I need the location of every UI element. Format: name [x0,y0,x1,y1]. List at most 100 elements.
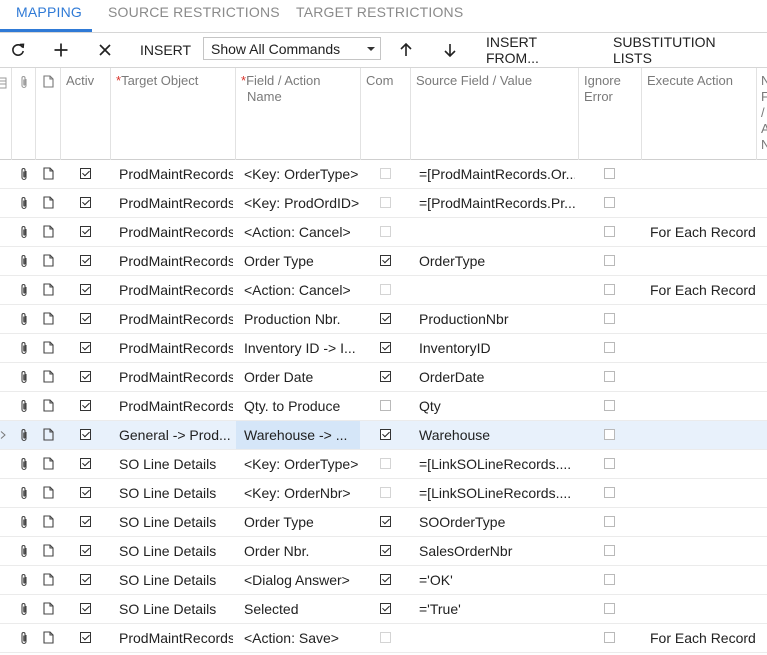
paperclip-icon[interactable] [19,573,29,587]
paperclip-icon[interactable] [19,196,29,210]
ignore-error-checkbox[interactable] [604,284,615,295]
source-field-cell[interactable]: Warehouse [419,421,575,449]
table-row[interactable]: ProdMaintRecords <Action: Cancel> For Each… [0,276,767,305]
commit-checkbox[interactable] [380,400,391,411]
execute-action-cell[interactable]: For Each Record [650,276,760,304]
source-field-cell[interactable] [419,624,575,652]
paperclip-icon[interactable] [19,399,29,413]
insert-button[interactable]: INSERT [140,33,191,66]
substitution-lists-button[interactable]: SUBSTITUTION LISTS [613,33,758,66]
note-icon[interactable] [43,515,54,528]
note-icon[interactable] [43,312,54,325]
active-checkbox[interactable] [80,255,91,266]
field-action-cell[interactable]: <Key: ProdOrdID> [236,189,360,217]
ignore-error-checkbox[interactable] [604,255,615,266]
refresh-button[interactable] [8,33,28,66]
source-field-cell[interactable]: OrderDate [419,363,575,391]
target-object-cell[interactable]: ProdMaintRecords [119,624,233,652]
source-field-cell[interactable]: =[ProdMaintRecords.Or... [419,160,575,188]
paperclip-icon[interactable] [19,283,29,297]
paperclip-icon[interactable] [19,428,29,442]
field-action-cell[interactable]: Order Type [236,508,360,536]
execute-action-cell[interactable] [650,450,760,478]
source-field-cell[interactable] [419,218,575,246]
target-object-cell[interactable]: ProdMaintRecords [119,334,233,362]
field-action-cell[interactable]: Selected [236,595,360,623]
commit-checkbox[interactable] [380,197,391,208]
commit-checkbox[interactable] [380,632,391,643]
source-field-cell[interactable]: Qty [419,392,575,420]
note-icon[interactable] [43,283,54,296]
active-checkbox[interactable] [80,516,91,527]
tab-source-restrictions[interactable]: SOURCE RESTRICTIONS [108,4,280,20]
execute-action-cell[interactable] [650,392,760,420]
paperclip-icon[interactable] [19,167,29,181]
table-row[interactable]: ProdMaintRecords <Action: Save> For Each R… [0,624,767,653]
header-target-object[interactable]: *Target Object [110,68,235,160]
field-action-cell[interactable]: <Key: OrderNbr> [236,479,360,507]
target-object-cell[interactable]: ProdMaintRecords [119,392,233,420]
header-commit[interactable]: Com [360,68,410,160]
ignore-error-checkbox[interactable] [604,197,615,208]
active-checkbox[interactable] [80,545,91,556]
ignore-error-checkbox[interactable] [604,487,615,498]
execute-action-cell[interactable] [650,479,760,507]
commit-checkbox[interactable] [380,603,391,614]
field-action-cell[interactable]: Order Nbr. [236,537,360,565]
target-object-cell[interactable]: ProdMaintRecords [119,189,233,217]
commit-checkbox[interactable] [380,458,391,469]
field-action-cell[interactable]: <Action: Cancel> [236,218,360,246]
paperclip-icon[interactable] [19,341,29,355]
commit-checkbox[interactable] [380,545,391,556]
table-row[interactable]: SO Line Details Order Nbr. SalesOrderNbr [0,537,767,566]
commit-checkbox[interactable] [380,284,391,295]
table-row[interactable]: SO Line Details <Dialog Answer> ='OK' [0,566,767,595]
source-field-cell[interactable]: InventoryID [419,334,575,362]
ignore-error-checkbox[interactable] [604,516,615,527]
paperclip-icon[interactable] [19,631,29,645]
active-checkbox[interactable] [80,487,91,498]
ignore-error-checkbox[interactable] [604,400,615,411]
target-object-cell[interactable]: ProdMaintRecords [119,305,233,333]
execute-action-cell[interactable] [650,189,760,217]
target-object-cell[interactable]: SO Line Details [119,566,233,594]
paperclip-icon[interactable] [19,312,29,326]
execute-action-cell[interactable] [650,508,760,536]
execute-action-cell[interactable] [650,537,760,565]
field-action-cell[interactable]: Order Date [236,363,360,391]
paperclip-icon[interactable] [19,486,29,500]
field-action-cell[interactable]: Warehouse -> ... [236,421,360,449]
note-icon[interactable] [43,167,54,180]
active-checkbox[interactable] [80,574,91,585]
ignore-error-checkbox[interactable] [604,574,615,585]
table-row[interactable]: ProdMaintRecords <Action: Cancel> For Each… [0,218,767,247]
execute-action-cell[interactable] [650,305,760,333]
active-checkbox[interactable] [80,371,91,382]
header-active[interactable]: Activ [60,68,110,160]
source-field-cell[interactable] [419,276,575,304]
note-icon[interactable] [43,399,54,412]
move-down-button[interactable] [440,33,460,66]
table-row[interactable]: ProdMaintRecords Qty. to Produce Qty [0,392,767,421]
active-checkbox[interactable] [80,342,91,353]
ignore-error-checkbox[interactable] [604,226,615,237]
target-object-cell[interactable]: ProdMaintRecords [119,276,233,304]
move-up-button[interactable] [396,33,416,66]
tab-target-restrictions[interactable]: TARGET RESTRICTIONS [296,4,463,20]
table-row[interactable]: ProdMaintRecords <Key: OrderType> =[ProdMa… [0,160,767,189]
paperclip-icon[interactable] [19,515,29,529]
table-row[interactable]: ProdMaintRecords Order Date OrderDate [0,363,767,392]
note-icon[interactable] [43,254,54,267]
table-row[interactable]: SO Line Details <Key: OrderNbr> =[LinkSOLi… [0,479,767,508]
insert-from-button[interactable]: INSERT FROM... [486,33,590,66]
active-checkbox[interactable] [80,197,91,208]
table-row[interactable]: SO Line Details Selected ='True' [0,595,767,624]
ignore-error-checkbox[interactable] [604,545,615,556]
field-action-cell[interactable]: <Dialog Answer> [236,566,360,594]
ignore-error-checkbox[interactable] [604,342,615,353]
header-ignore-error[interactable]: Ignore Error [578,68,641,160]
ignore-error-checkbox[interactable] [604,313,615,324]
commit-checkbox[interactable] [380,226,391,237]
execute-action-cell[interactable] [650,595,760,623]
source-field-cell[interactable]: =[ProdMaintRecords.Pr... [419,189,575,217]
